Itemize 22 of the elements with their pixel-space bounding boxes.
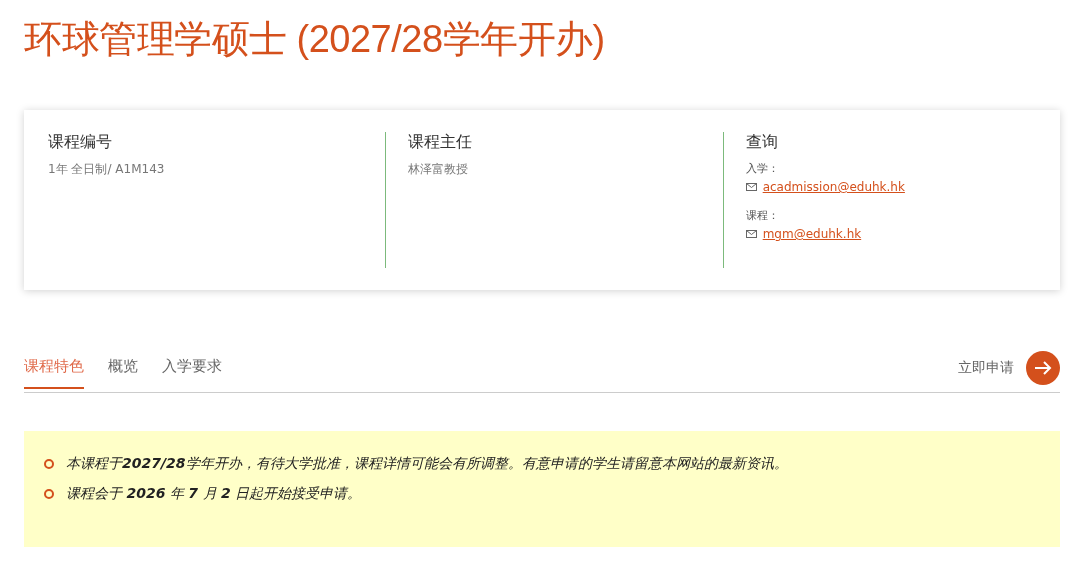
info-heading: 课程编号 [48, 132, 113, 153]
tab[interactable]: 概览 [108, 354, 138, 389]
info-heading: 课程主任 [408, 132, 474, 153]
mail-icon [745, 230, 757, 238]
email-link[interactable]: mgm@eduhk.hk [762, 227, 862, 241]
mail-icon [745, 183, 757, 191]
info-text: 1年 全日制/ A1M143 [48, 161, 166, 178]
bullet-icon [44, 459, 54, 469]
notice-text: 课程会于 2026 年 7 月 2 日起开始接受申请。 [66, 485, 362, 503]
tab[interactable]: 课程特色 [24, 354, 84, 389]
arrow-icon [1034, 360, 1052, 376]
page-title: 环球管理学硕士 (2027/28学年开办) [24, 17, 606, 62]
apply-link[interactable]: 立即申请 [958, 359, 1014, 377]
arrow-button[interactable] [1026, 351, 1060, 385]
contact-label: 课程： [745, 208, 780, 223]
notice-text: 本课程于2027/28学年开办，有待大学批准，课程详情可能会有所调整。有意申请的学生请留意本网站的最新资讯。 [66, 455, 788, 473]
tab[interactable]: 入学要求 [162, 354, 222, 389]
email-link[interactable]: acadmission@eduhk.hk [762, 180, 905, 194]
contact-label: 入学： [745, 161, 780, 176]
bullet-icon [44, 489, 54, 499]
info-heading: 查询 [745, 132, 779, 153]
info-text: 林泽富教授 [408, 161, 470, 178]
